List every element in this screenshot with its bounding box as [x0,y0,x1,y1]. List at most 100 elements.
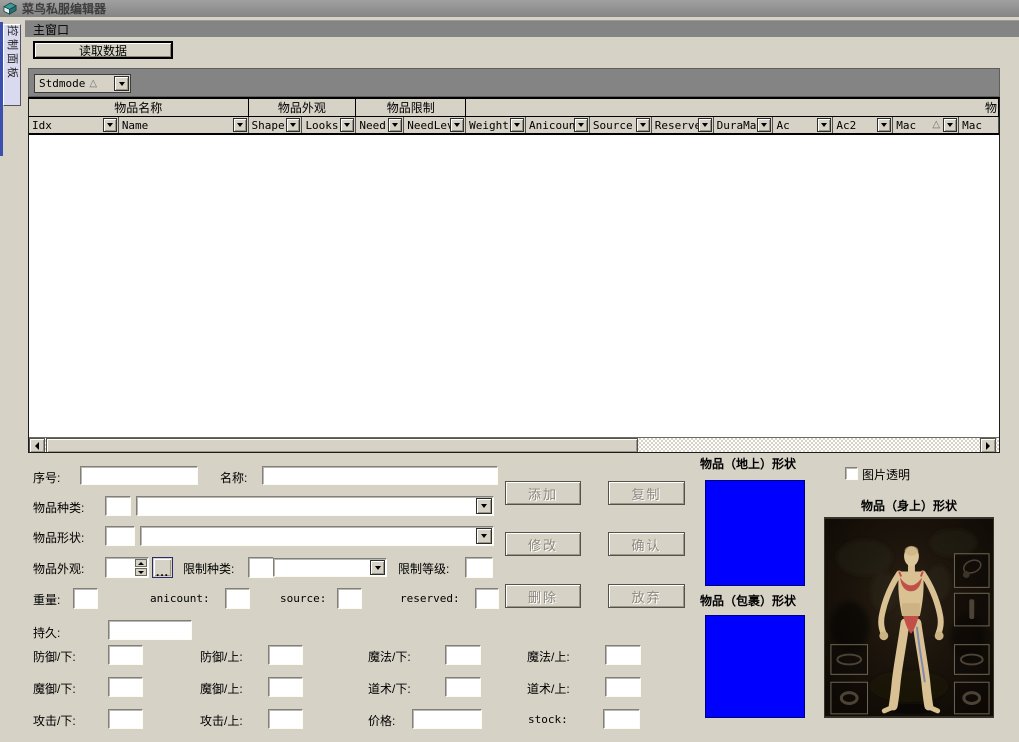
item-shape-select[interactable] [140,526,494,546]
column-header-ac2[interactable]: Ac2 [833,117,893,133]
table-body[interactable] [29,135,999,437]
column-header-mac[interactable]: Mac [959,117,999,133]
column-filter-dropdown-button[interactable] [757,118,771,132]
taoism-min-label: 道术/下: [368,680,411,697]
modify-button[interactable]: 修改 [505,532,581,556]
arrow-left-icon [35,442,39,450]
item-shape-code-input[interactable] [105,526,135,546]
column-filter-dropdown-button[interactable] [636,118,650,132]
weight-input[interactable] [73,588,98,609]
column-filter-dropdown-button[interactable] [510,118,524,132]
taoism-min-input[interactable] [445,677,481,697]
sidebar-tab-control-panel[interactable]: 控制面板 [3,24,21,106]
scroll-right-button[interactable] [980,438,996,453]
reserved-input[interactable] [475,588,499,609]
copy-button[interactable]: 复制 [608,481,685,505]
scroll-left-button[interactable] [29,438,45,453]
need-kind-code-input[interactable] [248,557,274,578]
name-input[interactable] [262,466,498,485]
chevron-down-icon [761,123,767,127]
ring-left-slot [831,682,868,714]
idx-input[interactable] [80,466,198,485]
column-header-duramax[interactable]: DuraMax [714,117,774,133]
scroll-thumb[interactable] [46,438,638,453]
durability-input[interactable] [108,620,192,640]
need-kind-select[interactable] [273,558,387,577]
column-header-reserve[interactable]: Reserve [652,117,714,133]
add-button[interactable]: 添加 [505,481,581,505]
column-filter-dropdown-button[interactable] [233,118,247,132]
groupby-field-label: Stdmode [39,77,85,90]
spin-down-button[interactable] [135,568,147,576]
magic-min-input[interactable] [445,645,481,665]
app-window: 菜鸟私服编辑器 主窗口 控制面板 读取数据 Stdmode △ 物品名称物品外观… [0,0,1019,742]
column-header-idx[interactable]: Idx [29,117,119,133]
item-shape-dropdown-button[interactable] [476,528,492,544]
anicount-input[interactable] [225,588,250,609]
defense-min-input[interactable] [108,645,143,665]
column-header-looks[interactable]: Looks [302,117,356,133]
attack-min-input[interactable] [108,709,143,729]
item-kind-select[interactable] [136,496,494,516]
abandon-button[interactable]: 放弃 [608,584,685,608]
idx-label: 序号: [33,469,60,486]
magic-defense-min-label: 魔御/下: [33,680,76,697]
attack-min-label: 攻击/下: [33,712,76,729]
column-header-name[interactable]: Name [119,117,249,133]
sort-ascending-icon: △ [89,78,97,89]
confirm-button[interactable]: 确认 [608,532,685,556]
column-filter-dropdown-button[interactable] [286,118,300,132]
taoism-max-input[interactable] [605,677,641,697]
magic-defense-max-input[interactable] [268,677,303,697]
column-filter-dropdown-button[interactable] [943,118,957,132]
column-header-needlev[interactable]: NeedLev [404,117,466,133]
column-filter-dropdown-button[interactable] [388,118,402,132]
need-level-input[interactable] [465,557,493,578]
magic-defense-min-input[interactable] [108,677,143,697]
image-transparent-label: 图片透明 [862,466,910,483]
column-filter-dropdown-button[interactable] [340,118,354,132]
column-filter-dropdown-button[interactable] [103,118,117,132]
source-input[interactable] [337,588,362,609]
item-kind-code-input[interactable] [105,496,131,516]
horizontal-scrollbar[interactable] [29,437,999,453]
spin-up-button[interactable] [135,559,147,567]
defense-max-input[interactable] [268,645,303,665]
chevron-down-icon [578,123,584,127]
stock-input[interactable] [603,709,640,729]
column-header-mac[interactable]: Mac△ [893,117,959,133]
defense-min-label: 防御/下: [33,648,76,665]
column-header-source[interactable]: Source [590,117,652,133]
magic-min-label: 魔法/下: [368,648,411,665]
chevron-down-icon [290,123,296,127]
chevron-down-icon [392,123,398,127]
load-data-button[interactable]: 读取数据 [33,41,173,59]
column-header-shape[interactable]: Shape [249,117,303,133]
browse-button[interactable]: ... [152,557,173,578]
weight-label: 重量: [33,591,60,608]
column-header-weight[interactable]: Weight [466,117,526,133]
need-kind-dropdown-button[interactable] [370,560,385,575]
item-kind-dropdown-button[interactable] [476,498,492,514]
column-header-need[interactable]: Need [356,117,404,133]
column-filter-dropdown-button[interactable] [574,118,588,132]
image-transparent-checkbox[interactable] [845,467,858,480]
groupby-dropdown-button[interactable] [114,76,129,91]
delete-button[interactable]: 删除 [505,584,581,608]
magic-max-input[interactable] [605,645,641,665]
column-header-ac[interactable]: Ac [773,117,833,133]
column-filter-dropdown-button[interactable] [877,118,891,132]
column-filter-dropdown-button[interactable] [817,118,831,132]
load-data-label: 读取数据 [79,42,127,59]
groupby-chip-stdmode[interactable]: Stdmode △ [34,74,131,93]
window-title: 菜鸟私服编辑器 [22,0,106,17]
arrow-down-icon [138,571,144,574]
column-header-anicoun[interactable]: Anicoun [526,117,590,133]
price-input[interactable] [412,709,482,729]
column-filter-dropdown-button[interactable] [450,118,464,132]
column-filter-dropdown-button[interactable] [698,118,712,132]
durability-label: 持久: [33,624,60,641]
item-looks-spinner[interactable] [105,557,149,578]
attack-max-input[interactable] [268,709,303,729]
bag-shape-preview [705,615,805,718]
